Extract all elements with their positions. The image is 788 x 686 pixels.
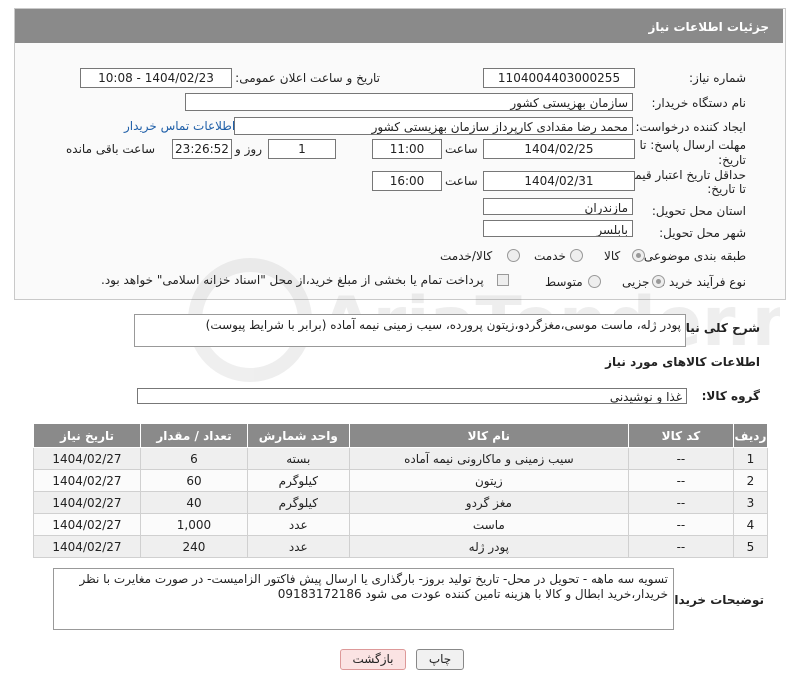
table-header-row: ردیف کد کالا نام کالا واحد شمارش تعداد /… — [33, 423, 769, 448]
cell-code: -- — [628, 513, 734, 536]
need-number-field[interactable]: 1104004403000255 — [483, 68, 635, 88]
col-code-header: کد کالا — [628, 423, 734, 448]
announce-datetime-label: تاریخ و ساعت اعلان عمومی: — [235, 71, 380, 85]
requester-label: ایجاد کننده درخواست: — [635, 120, 746, 134]
days-label: روز و — [235, 142, 262, 156]
requester-field[interactable]: محمد رضا مقدادی کارپرداز سازمان بهزیستی … — [234, 117, 633, 135]
buyer-org-field[interactable]: سازمان بهزیستی کشور — [185, 93, 633, 111]
purchase-minor-label: جزیی — [622, 275, 650, 289]
cell-name: ماست — [348, 513, 630, 536]
remaining-label: ساعت باقی مانده — [66, 142, 156, 156]
cell-date: 1404/02/27 — [33, 513, 141, 536]
cell-qty: 240 — [140, 535, 248, 558]
goods-group-field[interactable]: غذا و نوشیدنی — [137, 388, 687, 404]
description-label: شرح کلی نیاز: — [674, 321, 760, 335]
buyer-notes-label: توضیحات خریدار: — [662, 593, 764, 607]
cell-name: مغز گردو — [348, 491, 630, 514]
page-title: جزئیات اطلاعات نیاز — [648, 20, 769, 34]
cell-code: -- — [628, 469, 734, 492]
price-validity-date-field[interactable]: 1404/02/31 — [483, 171, 635, 191]
cell-date: 1404/02/27 — [33, 447, 141, 470]
page-header: جزئیات اطلاعات نیاز — [15, 9, 783, 43]
delivery-province-label: استان محل تحویل: — [651, 204, 746, 218]
cell-date: 1404/02/27 — [33, 491, 141, 514]
cell-qty: 1,000 — [140, 513, 248, 536]
reply-time-label: ساعت — [445, 142, 478, 156]
category-radio-service[interactable] — [570, 249, 583, 262]
cell-code: -- — [628, 447, 734, 470]
cell-unit: بسته — [246, 447, 350, 470]
print-button[interactable]: چاپ — [416, 649, 464, 670]
cell-row: 1 — [732, 447, 769, 470]
price-validity-time-field[interactable]: 16:00 — [372, 171, 442, 191]
category-goods-label: کالا — [604, 249, 621, 263]
table-row: 3 -- مغز گردو کیلوگرم 40 1404/02/27 — [33, 491, 769, 514]
cell-name: سیب زمینی و ماکارونی نیمه آماده — [348, 447, 630, 470]
category-service-label: خدمت — [534, 249, 566, 263]
cell-name: زیتون — [348, 469, 630, 492]
goods-group-label: گروه کالا: — [701, 389, 760, 403]
category-both-label: کالا/خدمت — [440, 249, 493, 263]
reply-deadline-label-2: تاریخ: — [718, 153, 746, 167]
cell-date: 1404/02/27 — [33, 469, 141, 492]
cell-row: 4 — [732, 513, 769, 536]
cell-qty: 40 — [140, 491, 248, 514]
cell-unit: کیلوگرم — [246, 469, 350, 492]
cell-unit: عدد — [246, 513, 350, 536]
delivery-city-label: شهر محل تحویل: — [659, 226, 746, 240]
delivery-city-field[interactable]: بابلسر — [483, 220, 633, 237]
cell-row: 2 — [732, 469, 769, 492]
category-label: طبقه بندی موضوعی: — [639, 249, 746, 263]
cell-code: -- — [628, 491, 734, 514]
price-validity-time-label: ساعت — [445, 174, 478, 188]
col-date-header: تاریخ نیاز — [33, 423, 141, 448]
cell-unit: کیلوگرم — [246, 491, 350, 514]
back-button[interactable]: بازگشت — [340, 649, 406, 670]
need-number-label: شماره نیاز: — [689, 71, 746, 85]
price-validity-label: حداقل تاریخ اعتبار قیمت: — [619, 168, 746, 182]
purchase-type-label: نوع فرآیند خرید : — [661, 275, 746, 289]
reply-deadline-label: مهلت ارسال پاسخ: تا — [639, 138, 746, 152]
cell-row: 5 — [732, 535, 769, 558]
buyer-contact-link[interactable]: اطلاعات تماس خریدار — [124, 119, 235, 133]
reply-time-field[interactable]: 11:00 — [372, 139, 442, 159]
cell-row: 3 — [732, 491, 769, 514]
table-row: 1 -- سیب زمینی و ماکارونی نیمه آماده بست… — [33, 447, 769, 470]
cell-qty: 60 — [140, 469, 248, 492]
reply-days-field[interactable]: 1 — [268, 139, 336, 159]
category-radio-both[interactable] — [507, 249, 520, 262]
cell-name: پودر ژله — [348, 535, 630, 558]
cell-unit: عدد — [246, 535, 350, 558]
buyer-org-label: نام دستگاه خریدار: — [651, 96, 747, 110]
col-row-header: ردیف — [732, 423, 769, 448]
table-row: 5 -- پودر ژله عدد 240 1404/02/27 — [33, 535, 769, 558]
cell-qty: 6 — [140, 447, 248, 470]
goods-section-title: اطلاعات کالاهای مورد نیاز — [605, 355, 760, 369]
purchase-radio-medium[interactable] — [588, 275, 601, 288]
announce-datetime-field[interactable]: 1404/02/23 - 10:08 — [80, 68, 232, 88]
delivery-province-field[interactable]: مازندران — [483, 198, 633, 215]
category-radio-goods[interactable] — [632, 249, 645, 262]
purchase-medium-label: متوسط — [545, 275, 583, 289]
purchase-radio-minor[interactable] — [652, 275, 665, 288]
cell-date: 1404/02/27 — [33, 535, 141, 558]
table-row: 2 -- زیتون کیلوگرم 60 1404/02/27 — [33, 469, 769, 492]
cell-code: -- — [628, 535, 734, 558]
col-name-header: نام کالا — [348, 423, 630, 448]
col-qty-header: تعداد / مقدار — [140, 423, 248, 448]
remaining-time-field[interactable]: 23:26:52 — [172, 139, 232, 159]
treasury-payment-note: پرداخت تمام یا بخشی از مبلغ خرید،از محل … — [101, 273, 484, 287]
goods-table: ردیف کد کالا نام کالا واحد شمارش تعداد /… — [33, 423, 769, 558]
buyer-notes-field[interactable]: تسویه سه ماهه - تحویل در محل- تاریخ تولی… — [53, 568, 674, 630]
table-row: 4 -- ماست عدد 1,000 1404/02/27 — [33, 513, 769, 536]
treasury-payment-checkbox[interactable] — [497, 274, 509, 286]
price-validity-label-2: تا تاریخ: — [707, 182, 746, 196]
description-field[interactable]: پودر ژله، ماست موسی،مغزگردو،زیتون پرورده… — [134, 314, 686, 347]
reply-date-field[interactable]: 1404/02/25 — [483, 139, 635, 159]
col-unit-header: واحد شمارش — [246, 423, 350, 448]
